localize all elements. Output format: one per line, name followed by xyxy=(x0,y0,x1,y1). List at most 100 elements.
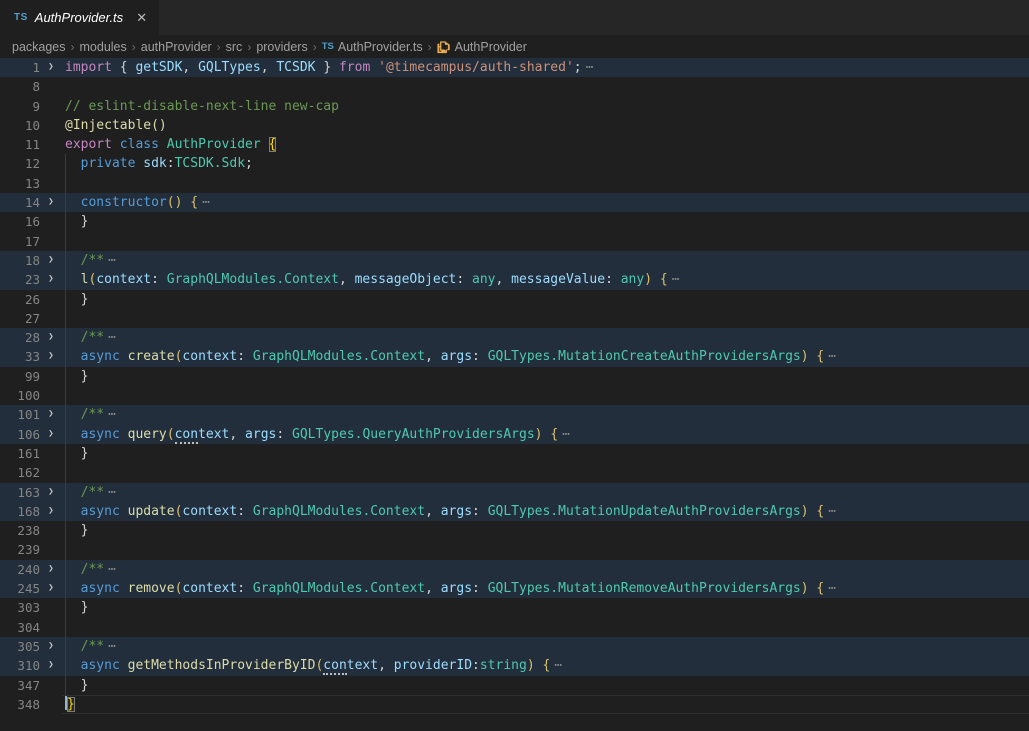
code-content[interactable]: async remove(context: GraphQLModules.Con… xyxy=(62,579,1029,598)
code-content[interactable]: } xyxy=(62,598,1029,617)
code-line[interactable]: 27 xyxy=(0,309,1029,328)
code-content[interactable] xyxy=(62,386,1029,405)
code-content[interactable]: } xyxy=(62,367,1029,386)
code-content[interactable]: private sdk:TCSDK.Sdk; xyxy=(62,154,1029,173)
fold-chevron-icon[interactable]: ❯ xyxy=(40,656,62,675)
breadcrumb-item-src[interactable]: src xyxy=(226,40,243,54)
folded-code-ellipsis[interactable]: ⋯ xyxy=(108,253,118,268)
code-line[interactable]: 168❯ async update(context: GraphQLModule… xyxy=(0,502,1029,521)
breadcrumb-item-modules[interactable]: modules xyxy=(80,40,127,54)
folded-code-ellipsis[interactable]: ⋯ xyxy=(828,349,838,364)
code-line[interactable]: 14❯ constructor() {⋯ xyxy=(0,193,1029,212)
folded-code-ellipsis[interactable]: ⋯ xyxy=(828,504,838,519)
breadcrumb-item-providers[interactable]: providers xyxy=(256,40,307,54)
code-content[interactable]: } xyxy=(62,212,1029,231)
code-line[interactable]: 106❯ async query(context, args: GQLTypes… xyxy=(0,425,1029,444)
code-line[interactable]: 161 } xyxy=(0,444,1029,463)
fold-chevron-icon[interactable]: ❯ xyxy=(40,637,62,656)
code-line[interactable]: 245❯ async remove(context: GraphQLModule… xyxy=(0,579,1029,598)
code-line[interactable]: 163❯ /**⋯ xyxy=(0,483,1029,502)
code-content[interactable] xyxy=(62,309,1029,328)
code-line[interactable]: 347 } xyxy=(0,676,1029,695)
code-content[interactable]: l(context: GraphQLModules.Context, messa… xyxy=(62,270,1029,289)
folded-code-ellipsis[interactable]: ⋯ xyxy=(108,639,118,654)
code-line[interactable]: 1❯import { getSDK, GQLTypes, TCSDK } fro… xyxy=(0,58,1029,77)
fold-chevron-icon[interactable]: ❯ xyxy=(40,328,62,347)
folded-code-ellipsis[interactable]: ⋯ xyxy=(108,562,118,577)
code-line[interactable]: 8 xyxy=(0,77,1029,96)
code-content[interactable]: async create(context: GraphQLModules.Con… xyxy=(62,347,1029,366)
code-line[interactable]: 11export class AuthProvider { xyxy=(0,135,1029,154)
code-content[interactable]: @Injectable() xyxy=(62,116,1029,135)
code-content[interactable]: async getMethodsInProviderByID(context, … xyxy=(62,656,1029,675)
code-content[interactable]: } xyxy=(62,521,1029,540)
code-content[interactable]: /**⋯ xyxy=(62,483,1029,502)
folded-code-ellipsis[interactable]: ⋯ xyxy=(554,658,564,673)
folded-code-ellipsis[interactable]: ⋯ xyxy=(586,60,596,75)
code-line[interactable]: 26 } xyxy=(0,290,1029,309)
code-content[interactable]: import { getSDK, GQLTypes, TCSDK } from … xyxy=(62,58,1029,77)
code-content[interactable]: /**⋯ xyxy=(62,251,1029,270)
tab-authprovider[interactable]: TS AuthProvider.ts ✕ xyxy=(0,0,159,35)
code-line[interactable]: 28❯ /**⋯ xyxy=(0,328,1029,347)
fold-chevron-icon[interactable]: ❯ xyxy=(40,579,62,598)
code-line[interactable]: 101❯ /**⋯ xyxy=(0,405,1029,424)
folded-code-ellipsis[interactable]: ⋯ xyxy=(108,485,118,500)
folded-code-ellipsis[interactable]: ⋯ xyxy=(202,195,212,210)
fold-chevron-icon[interactable]: ❯ xyxy=(40,560,62,579)
code-line[interactable]: 303 } xyxy=(0,598,1029,617)
code-line[interactable]: 10@Injectable() xyxy=(0,116,1029,135)
breadcrumb-item-authprovider-ts[interactable]: TSAuthProvider.ts xyxy=(322,40,423,54)
code-content[interactable]: /**⋯ xyxy=(62,405,1029,424)
code-content[interactable]: export class AuthProvider { xyxy=(62,135,1029,154)
code-line[interactable]: 12 private sdk:TCSDK.Sdk; xyxy=(0,154,1029,173)
code-content[interactable] xyxy=(62,618,1029,637)
code-line[interactable]: 240❯ /**⋯ xyxy=(0,560,1029,579)
code-editor[interactable]: 1❯import { getSDK, GQLTypes, TCSDK } fro… xyxy=(0,58,1029,714)
fold-chevron-icon[interactable]: ❯ xyxy=(40,405,62,424)
fold-chevron-icon[interactable]: ❯ xyxy=(40,270,62,289)
code-content[interactable]: async update(context: GraphQLModules.Con… xyxy=(62,502,1029,521)
folded-code-ellipsis[interactable]: ⋯ xyxy=(108,407,118,422)
code-line[interactable]: 239 xyxy=(0,540,1029,559)
code-line[interactable]: 18❯ /**⋯ xyxy=(0,251,1029,270)
breadcrumb-item-authprovider[interactable]: authProvider xyxy=(141,40,212,54)
code-line[interactable]: 238 } xyxy=(0,521,1029,540)
fold-chevron-icon[interactable]: ❯ xyxy=(40,347,62,366)
code-content[interactable]: /**⋯ xyxy=(62,637,1029,656)
fold-chevron-icon[interactable]: ❯ xyxy=(40,58,62,77)
code-line[interactable]: 99 } xyxy=(0,367,1029,386)
code-content[interactable]: } xyxy=(62,695,1029,714)
code-content[interactable] xyxy=(62,77,1029,96)
code-line[interactable]: 13 xyxy=(0,174,1029,193)
code-line[interactable]: 348} xyxy=(0,695,1029,714)
code-line[interactable]: 33❯ async create(context: GraphQLModules… xyxy=(0,347,1029,366)
code-line[interactable]: 17 xyxy=(0,232,1029,251)
close-icon[interactable]: ✕ xyxy=(136,10,147,26)
fold-chevron-icon[interactable]: ❯ xyxy=(40,483,62,502)
code-line[interactable]: 9// eslint-disable-next-line new-cap xyxy=(0,97,1029,116)
folded-code-ellipsis[interactable]: ⋯ xyxy=(562,427,572,442)
code-line[interactable]: 305❯ /**⋯ xyxy=(0,637,1029,656)
code-line[interactable]: 304 xyxy=(0,618,1029,637)
code-content[interactable]: // eslint-disable-next-line new-cap xyxy=(62,97,1029,116)
code-content[interactable]: } xyxy=(62,444,1029,463)
code-line[interactable]: 16 } xyxy=(0,212,1029,231)
code-content[interactable]: async query(context, args: GQLTypes.Quer… xyxy=(62,425,1029,444)
code-content[interactable]: } xyxy=(62,676,1029,695)
fold-chevron-icon[interactable]: ❯ xyxy=(40,425,62,444)
breadcrumb-item-authprovider[interactable]: AuthProvider xyxy=(437,40,527,54)
code-content[interactable]: /**⋯ xyxy=(62,328,1029,347)
code-content[interactable] xyxy=(62,232,1029,251)
fold-chevron-icon[interactable]: ❯ xyxy=(40,251,62,270)
breadcrumb-item-packages[interactable]: packages xyxy=(12,40,66,54)
code-content[interactable]: } xyxy=(62,290,1029,309)
code-line[interactable]: 310❯ async getMethodsInProviderByID(cont… xyxy=(0,656,1029,675)
folded-code-ellipsis[interactable]: ⋯ xyxy=(828,581,838,596)
code-content[interactable] xyxy=(62,540,1029,559)
code-content[interactable] xyxy=(62,174,1029,193)
folded-code-ellipsis[interactable]: ⋯ xyxy=(672,272,682,287)
folded-code-ellipsis[interactable]: ⋯ xyxy=(108,330,118,345)
code-line[interactable]: 100 xyxy=(0,386,1029,405)
code-line[interactable]: 23❯ l(context: GraphQLModules.Context, m… xyxy=(0,270,1029,289)
